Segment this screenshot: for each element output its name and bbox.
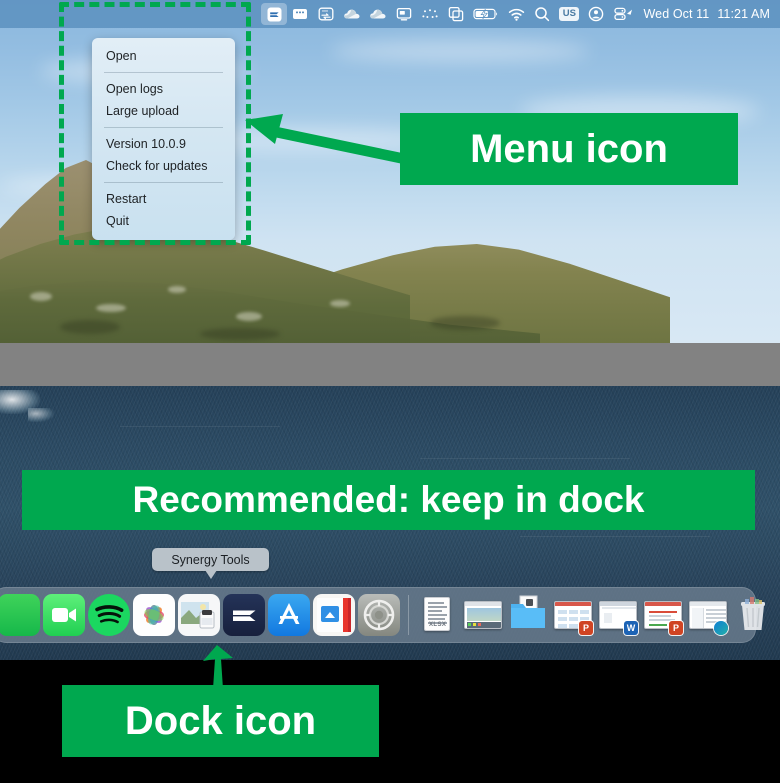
synergy-menubar-icon[interactable] (261, 3, 288, 25)
dock-icon-callout-label: Dock icon (62, 685, 379, 757)
rock-shadow (200, 328, 280, 340)
dock-divider (408, 595, 409, 635)
rock-highlight (330, 300, 350, 307)
macos-menu-bar: US Wed Oct 11 11:21 AM (0, 0, 780, 28)
macos-dock[interactable]: XLSX P W P (0, 587, 765, 643)
wifi-icon[interactable] (503, 3, 529, 25)
clock-time: 11:21 AM (717, 7, 770, 21)
menu-item-version: Version 10.0.9 (106, 137, 186, 151)
screenshot-separator-band (0, 343, 780, 386)
rock-highlight (30, 292, 52, 301)
xlsx-paper: XLSX (424, 597, 450, 631)
menu-item-large-upload[interactable]: Large upload (92, 100, 235, 122)
recommended-callout-text: Recommended: keep in dock (132, 479, 645, 520)
menu-bar-clock[interactable]: Wed Oct 11 11:21 AM (637, 7, 770, 21)
dock-tooltip-text: Synergy Tools (171, 552, 250, 567)
input-source-label: US (559, 7, 580, 21)
dock-icon-callout-text: Dock icon (124, 698, 317, 743)
facetime-icon (52, 608, 76, 622)
contacts-icon (317, 598, 351, 632)
rock-highlight (168, 286, 186, 293)
menu-item-check-for-updates[interactable]: Check for updates (92, 155, 235, 177)
powerpoint-badge: P (669, 621, 683, 635)
ocean-streak (520, 536, 710, 537)
cloud-wisp (330, 40, 590, 62)
recommended-callout-label: Recommended: keep in dock (22, 470, 755, 530)
dock-item-trash[interactable] (732, 594, 774, 636)
clock-date: Wed Oct 11 (643, 7, 710, 21)
sharing-icon[interactable] (609, 3, 637, 25)
rock-highlight (236, 312, 262, 321)
word-badge: W (624, 621, 638, 635)
dock-item-downloads-folder[interactable] (507, 594, 549, 636)
rock-shadow (60, 320, 120, 334)
dock-tooltip: Synergy Tools (152, 548, 269, 579)
battery-charging-icon[interactable] (469, 3, 503, 25)
menu-icon-callout-text: Menu icon (470, 126, 668, 171)
menu-item-open-logs[interactable]: Open logs (92, 78, 235, 100)
dock-item-app-store[interactable] (268, 594, 310, 636)
dock-item-synergy-tools[interactable] (223, 594, 265, 636)
edge-badge (714, 621, 728, 635)
dock-item-xlsx-document[interactable]: XLSX (417, 594, 459, 636)
ocean-streak (120, 426, 280, 427)
dock-item-finder[interactable] (0, 594, 40, 636)
menu-separator (104, 182, 223, 183)
menu-separator (104, 72, 223, 73)
windows-stack-icon[interactable] (443, 3, 469, 25)
synergy-app-menu[interactable]: Open Open logs Large upload Version 10.0… (92, 38, 235, 240)
dock-item-edge-window[interactable] (687, 594, 729, 636)
dock-item-spotify[interactable] (88, 594, 130, 636)
synergy-tools-icon (233, 610, 256, 621)
dock-item-photos[interactable] (133, 594, 175, 636)
powerpoint-badge: P (579, 621, 593, 635)
dock-item-contacts[interactable] (313, 594, 355, 636)
rock-shadow (430, 316, 500, 330)
menu-separator (104, 127, 223, 128)
downloads-folder-icon (511, 595, 545, 628)
menu-item-open[interactable]: Open (92, 45, 235, 67)
display-icon[interactable] (391, 3, 417, 25)
cloud-sync-icon-1[interactable] (339, 3, 365, 25)
cloud-sync-icon-2[interactable] (365, 3, 391, 25)
gear-icon (363, 599, 395, 631)
window-manager-icon[interactable] (287, 3, 313, 25)
trash-icon (741, 597, 765, 630)
keynote-window-preview (464, 601, 502, 629)
app-store-icon (278, 603, 300, 624)
spotify-icon (95, 605, 124, 624)
dock-item-system-settings[interactable] (358, 594, 400, 636)
switch-app-icon[interactable] (313, 3, 339, 25)
menu-icon-callout-label: Menu icon (400, 113, 738, 185)
dock-item-powerpoint-document-1[interactable]: P (552, 594, 594, 636)
rock-highlight (96, 304, 126, 312)
dots-grid-icon[interactable] (417, 3, 443, 25)
menu-item-restart[interactable]: Restart (92, 188, 235, 210)
dock-item-facetime[interactable] (43, 594, 85, 636)
preview-icon (181, 602, 215, 629)
menu-item-quit[interactable]: Quit (92, 210, 235, 232)
dock-item-preview[interactable] (178, 594, 220, 636)
spotlight-search-icon[interactable] (529, 3, 555, 25)
ocean-surf (28, 408, 54, 422)
dock-item-word-document[interactable]: W (597, 594, 639, 636)
input-source-icon[interactable]: US (555, 3, 583, 25)
control-center-user-icon[interactable] (583, 3, 609, 25)
photos-icon (144, 605, 164, 625)
ocean-streak (420, 458, 630, 459)
dock-item-powerpoint-document-2[interactable]: P (642, 594, 684, 636)
dock-item-keynote-document[interactable] (462, 594, 504, 636)
